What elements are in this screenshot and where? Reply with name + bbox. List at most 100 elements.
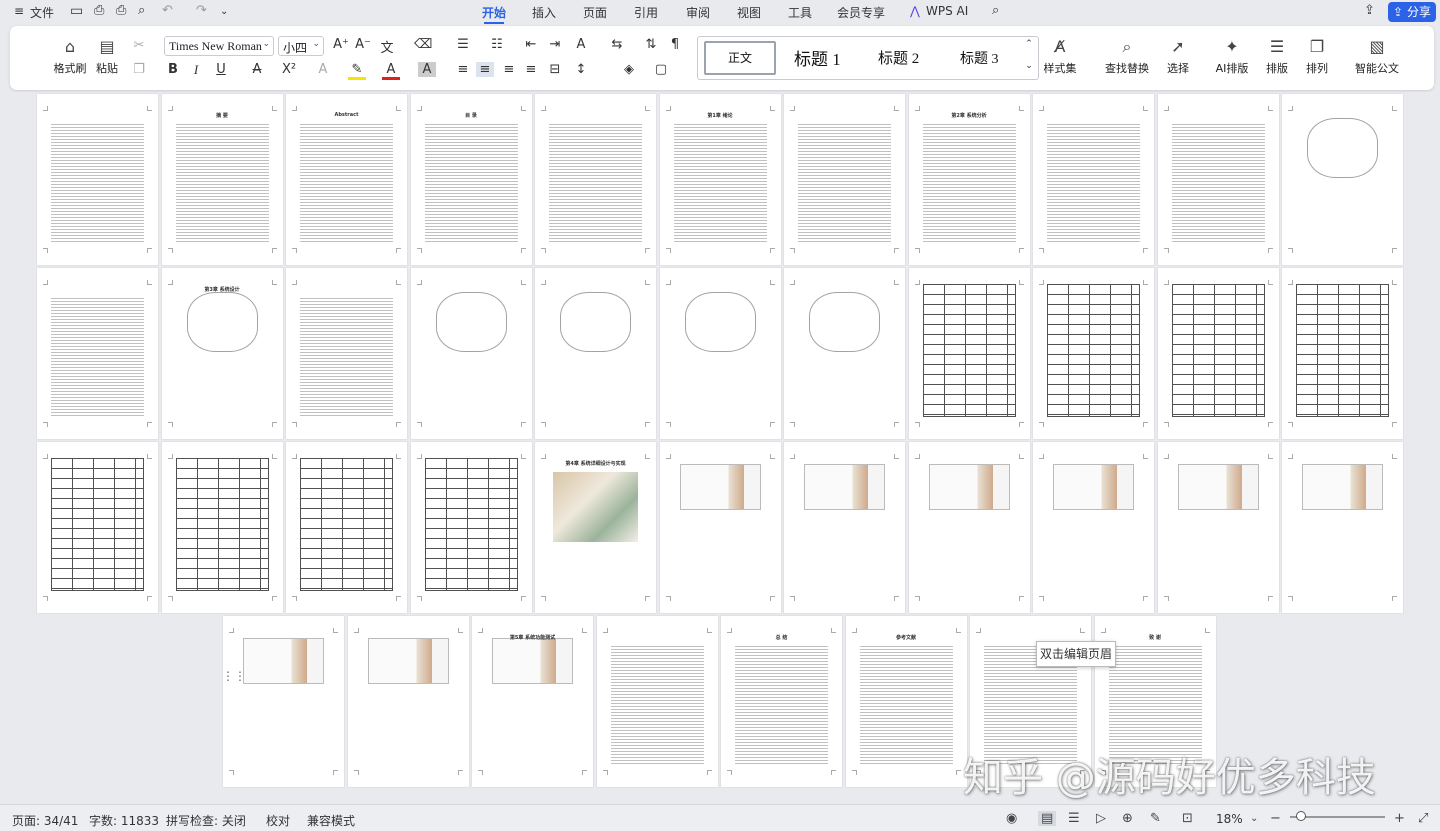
web-view-icon[interactable]: ⊕	[1122, 811, 1133, 826]
export-icon[interactable]: ⎙	[94, 3, 104, 18]
cut-icon[interactable]: ✂	[130, 38, 148, 53]
print-preview-icon[interactable]: ⌕	[138, 3, 145, 18]
increase-font-icon[interactable]: A⁺	[332, 37, 350, 52]
zoom-out-icon[interactable]: −	[1270, 811, 1281, 826]
decrease-font-icon[interactable]: A⁻	[354, 37, 372, 52]
spell-check-status[interactable]: 拼写检查: 关闭	[166, 812, 246, 829]
page-thumbnail[interactable]	[347, 616, 469, 787]
page-thumbnail[interactable]	[535, 94, 656, 265]
page-thumbnail[interactable]	[1157, 94, 1279, 265]
decrease-indent-icon[interactable]: ⇤	[522, 37, 540, 52]
border-icon[interactable]: ▢	[652, 62, 670, 77]
sort-icon[interactable]: ⇅	[642, 37, 660, 52]
page-thumbnail[interactable]: 第2章 系统分析	[908, 94, 1030, 265]
page-thumbnail[interactable]	[908, 442, 1030, 613]
phonetic-guide-icon[interactable]: 文	[378, 37, 396, 56]
file-menu[interactable]: 文件	[30, 4, 54, 21]
tab-view[interactable]: 视图	[737, 4, 761, 21]
page-thumbnail[interactable]: Abstract	[286, 94, 407, 265]
align-center-icon[interactable]: ≡	[476, 62, 494, 77]
page-thumbnail[interactable]: 参考文献	[845, 616, 967, 787]
print-icon[interactable]: ⎙	[116, 3, 126, 18]
page-thumbnail[interactable]: 第4章 系统详细设计与实现	[535, 442, 656, 613]
tab-insert[interactable]: 插入	[532, 4, 556, 21]
superscript-icon[interactable]: X²	[280, 62, 298, 77]
numbered-list-icon[interactable]: ☷	[488, 37, 506, 52]
page-thumbnail[interactable]	[37, 442, 158, 613]
page-thumbnail[interactable]: 第3章 系统设计	[161, 268, 283, 439]
search-icon[interactable]: ⌕	[992, 3, 999, 18]
zoom-dropdown-icon[interactable]: ⌄	[1250, 813, 1258, 824]
shading-icon[interactable]: ◈	[620, 62, 638, 77]
page-thumbnail[interactable]	[784, 268, 905, 439]
chinese-layout-icon[interactable]: A	[572, 37, 590, 52]
tab-wps-ai[interactable]: WPS AI	[926, 4, 968, 18]
outline-view-icon[interactable]: ☰	[1068, 811, 1080, 826]
page-thumbnail[interactable]	[1157, 442, 1279, 613]
share-button[interactable]: ⇪ 分享	[1388, 2, 1436, 22]
fit-page-icon[interactable]: ⊡	[1182, 811, 1193, 826]
line-spacing-icon[interactable]: ↕	[572, 62, 590, 77]
format-painter-button[interactable]: ⌂ 格式刷	[52, 38, 88, 76]
font-size-select[interactable]: 小四 ⌄	[278, 36, 324, 56]
show-marks-icon[interactable]: ¶	[666, 37, 684, 52]
style-normal[interactable]: 正文	[704, 41, 776, 75]
fullscreen-icon[interactable]: ⤢	[1418, 811, 1428, 826]
find-replace-button[interactable]: ⌕ 查找替换	[1100, 38, 1154, 76]
more-styles-icon[interactable]: ⌄	[1020, 61, 1038, 71]
page-thumbnail[interactable]	[1033, 442, 1154, 613]
align-right-icon[interactable]: ≡	[500, 62, 518, 77]
page-thumbnail[interactable]: 总 结	[721, 616, 842, 787]
page-thumbnail[interactable]	[908, 268, 1030, 439]
eye-protect-icon[interactable]: ◉	[1006, 811, 1017, 826]
page-thumbnail[interactable]	[1282, 268, 1403, 439]
clear-format-icon[interactable]: ⌫	[414, 37, 432, 52]
copy-icon[interactable]: ❐	[130, 62, 148, 77]
arrange-button[interactable]: ❐ 排列	[1300, 38, 1334, 76]
char-shading-icon[interactable]: A	[418, 62, 436, 77]
page-thumbnail[interactable]	[37, 268, 158, 439]
justify-icon[interactable]: ≡	[522, 62, 540, 77]
redo-icon[interactable]: ↷	[196, 3, 207, 18]
font-name-select[interactable]: Times New Roman ⌄	[164, 36, 274, 56]
bold-icon[interactable]: B	[164, 62, 182, 77]
page-thumbnail[interactable]: 目 录	[410, 94, 532, 265]
page-thumbnail[interactable]	[410, 268, 532, 439]
bullet-list-icon[interactable]: ☰	[454, 37, 472, 52]
style-heading-2[interactable]: 标题 2	[878, 47, 919, 68]
page-thumbnail[interactable]	[659, 268, 781, 439]
text-effect-icon[interactable]: A	[314, 62, 332, 77]
smart-doc-button[interactable]: ▧ 智能公文	[1350, 38, 1404, 76]
page-thumbnail[interactable]	[161, 442, 283, 613]
page-thumbnail[interactable]	[286, 268, 407, 439]
tab-review[interactable]: 审阅	[686, 4, 710, 21]
document-area[interactable]: 摘 要 Abstract 目 录 第1章 绪论 第2章 系统分析 第3章 系统设计 第4章 …	[0, 92, 1440, 804]
page-view-icon[interactable]: ▤	[1038, 811, 1057, 826]
zoom-level[interactable]: 18%	[1216, 812, 1243, 826]
page-thumbnail[interactable]: 摘 要	[161, 94, 283, 265]
page-thumbnail[interactable]	[1282, 94, 1403, 265]
drag-handle-icon[interactable]: ⋮⋮	[222, 669, 246, 683]
page-thumbnail[interactable]	[1033, 94, 1154, 265]
page-thumbnail[interactable]	[1033, 268, 1154, 439]
strikethrough-icon[interactable]: A	[248, 62, 266, 77]
page-thumbnail[interactable]	[535, 268, 656, 439]
increase-indent-icon[interactable]: ⇥	[546, 37, 564, 52]
italic-icon[interactable]: I	[187, 62, 205, 78]
page-thumbnail[interactable]	[784, 442, 905, 613]
tab-member[interactable]: 会员专享	[837, 4, 885, 21]
tab-page[interactable]: 页面	[583, 4, 607, 21]
text-direction-icon[interactable]: ⇆	[608, 37, 626, 52]
page-thumbnail[interactable]	[784, 94, 905, 265]
undo-icon[interactable]: ↶	[162, 3, 173, 18]
select-button[interactable]: ➚ 选择	[1160, 38, 1196, 76]
ai-layout-button[interactable]: ✦ AI排版	[1210, 38, 1254, 76]
align-left-icon[interactable]: ≡	[454, 62, 472, 77]
style-heading-1[interactable]: 标题 1	[794, 45, 841, 70]
page-thumbnail[interactable]	[286, 442, 407, 613]
page-thumbnail[interactable]: 第5章 系统功能测试	[472, 616, 593, 787]
scroll-up-icon[interactable]: ⌃	[1020, 39, 1038, 49]
page-thumbnail[interactable]	[1282, 442, 1403, 613]
paste-button[interactable]: ▤ 粘贴	[92, 38, 122, 76]
style-heading-3[interactable]: 标题 3	[960, 48, 999, 68]
